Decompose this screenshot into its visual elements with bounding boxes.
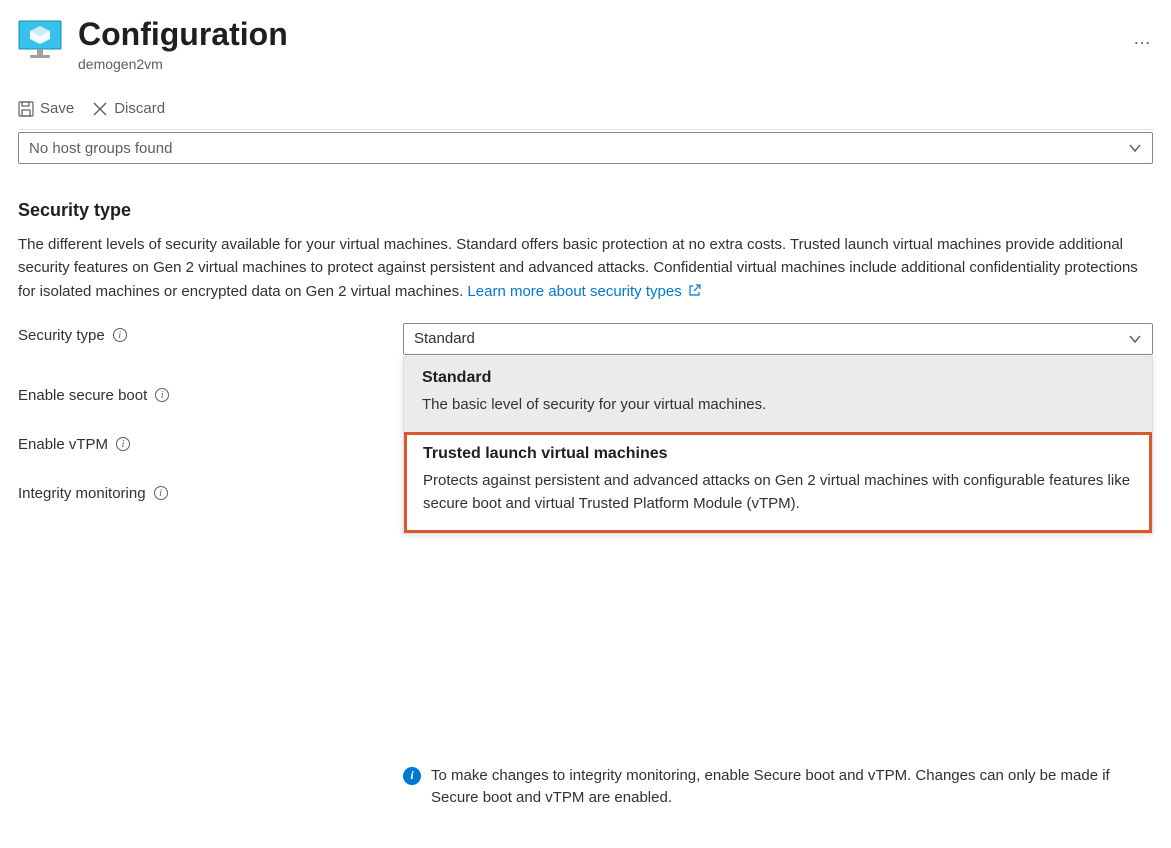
info-icon[interactable]: i xyxy=(113,328,127,342)
info-icon[interactable]: i xyxy=(116,437,130,451)
info-solid-icon: i xyxy=(403,767,421,785)
discard-label: Discard xyxy=(114,100,165,117)
security-type-heading: Security type xyxy=(18,200,1153,221)
security-type-label: Security type xyxy=(18,327,105,344)
security-type-dropdown[interactable]: Standard xyxy=(403,323,1153,355)
save-icon xyxy=(18,101,34,117)
save-button[interactable]: Save xyxy=(18,100,74,117)
option-trusted-launch[interactable]: Trusted launch virtual machines Protects… xyxy=(404,432,1152,533)
host-group-dropdown[interactable]: No host groups found xyxy=(18,132,1153,164)
chevron-down-icon xyxy=(1128,141,1142,155)
divider xyxy=(18,129,1153,130)
chevron-down-icon xyxy=(1128,332,1142,346)
page-title: Configuration xyxy=(78,18,1113,50)
security-type-description: The different levels of security availab… xyxy=(18,233,1153,303)
host-group-value: No host groups found xyxy=(29,140,172,157)
close-icon xyxy=(92,101,108,117)
save-label: Save xyxy=(40,100,74,117)
vm-icon xyxy=(18,18,62,62)
security-type-value: Standard xyxy=(414,330,475,347)
security-type-dropdown-listbox: Standard The basic level of security for… xyxy=(403,356,1153,534)
more-button[interactable]: … xyxy=(1129,18,1153,49)
learn-more-link[interactable]: Learn more about security types xyxy=(467,283,700,300)
info-icon[interactable]: i xyxy=(154,486,168,500)
secure-boot-label: Enable secure boot xyxy=(18,387,147,404)
page-subtitle: demogen2vm xyxy=(78,56,1113,72)
option-standard[interactable]: Standard The basic level of security for… xyxy=(404,357,1152,432)
integrity-label: Integrity monitoring xyxy=(18,485,146,502)
info-icon[interactable]: i xyxy=(155,388,169,402)
external-link-icon xyxy=(688,281,701,294)
vtpm-label: Enable vTPM xyxy=(18,436,108,453)
discard-button[interactable]: Discard xyxy=(92,100,165,117)
